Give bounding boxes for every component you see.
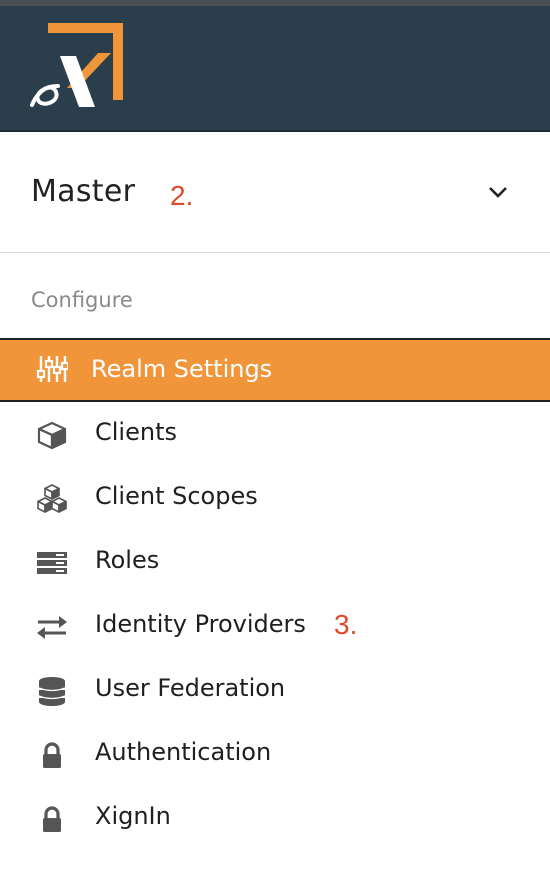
- cube-icon: [37, 421, 67, 450]
- sidebar-item-label: Realm Settings: [91, 355, 273, 383]
- sidebar-item-authentication[interactable]: Authentication: [0, 722, 550, 786]
- sidebar-item-label: Identity Providers: [95, 610, 306, 638]
- sidebar-item-identity-providers[interactable]: Identity Providers 3.: [0, 594, 550, 658]
- lock-icon: [43, 806, 61, 832]
- lock-icon: [43, 742, 61, 768]
- xignin-logo-icon[interactable]: [28, 20, 128, 112]
- sidebar-item-label: User Federation: [95, 674, 286, 702]
- app-header: [0, 6, 550, 132]
- sidebar-item-label: Client Scopes: [95, 482, 258, 510]
- exchange-arrows-icon: [37, 616, 67, 639]
- database-icon: [38, 677, 66, 706]
- sidebar-item-label: Roles: [95, 546, 160, 574]
- sidebar-item-label: Authentication: [95, 738, 272, 766]
- sidebar-menu: Realm Settings Clients Client Scopes Rol…: [0, 338, 550, 850]
- sidebar-item-label: Clients: [95, 418, 177, 446]
- section-label-configure: Configure: [31, 288, 133, 312]
- sliders-icon: [36, 356, 68, 382]
- realm-selector[interactable]: Master 2.: [0, 132, 550, 253]
- realm-name: Master: [31, 174, 136, 209]
- annotation-3: 3.: [334, 609, 358, 640]
- sidebar-item-xignin[interactable]: XignIn: [0, 786, 550, 850]
- chevron-down-icon[interactable]: [486, 182, 510, 202]
- sidebar-item-roles[interactable]: Roles: [0, 530, 550, 594]
- annotation-2: 2.: [170, 180, 194, 211]
- sidebar-item-client-scopes[interactable]: Client Scopes: [0, 466, 550, 530]
- list-bars-icon: [37, 552, 67, 574]
- sidebar-item-user-federation[interactable]: User Federation: [0, 658, 550, 722]
- sidebar-item-clients[interactable]: Clients: [0, 402, 550, 466]
- sidebar-item-label: XignIn: [95, 802, 171, 830]
- cubes-icon: [37, 484, 67, 513]
- sidebar-item-realm-settings[interactable]: Realm Settings: [0, 338, 550, 402]
